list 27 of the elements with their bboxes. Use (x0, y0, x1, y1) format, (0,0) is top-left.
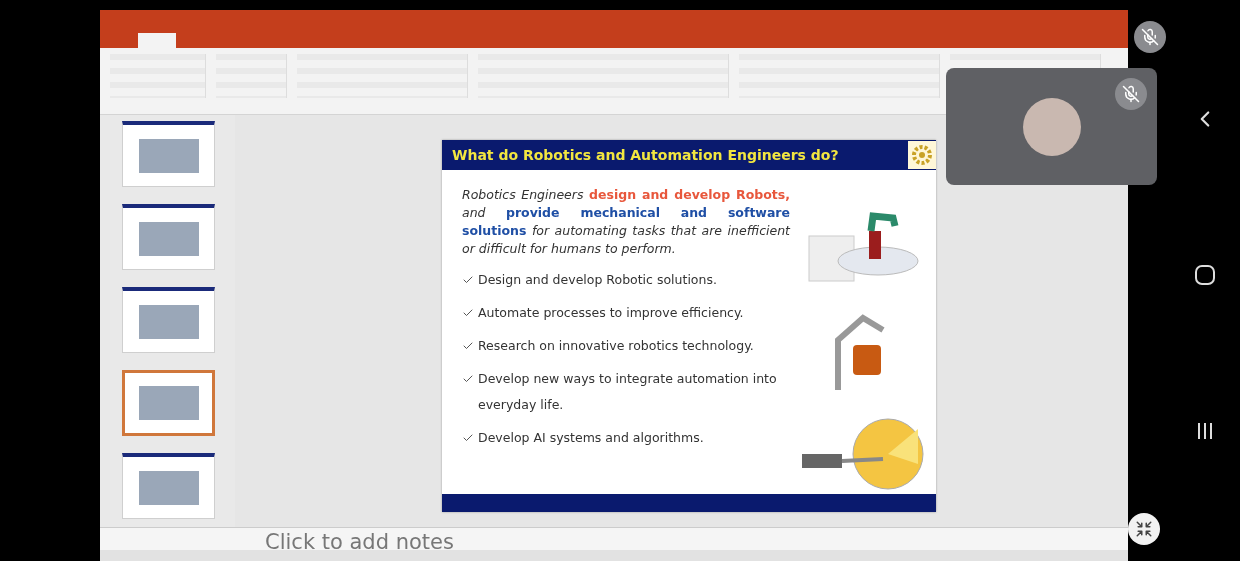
three-bars-icon (1195, 421, 1215, 441)
slide-title: What do Robotics and Automation Engineers do? (452, 147, 839, 163)
mic-off-icon (1141, 28, 1159, 46)
check-icon (462, 307, 474, 319)
shrink-icon (1135, 520, 1153, 538)
check-icon (462, 274, 474, 286)
bullet-text: Develop AI systems and algorithms. (478, 429, 704, 447)
slide-thumbnail[interactable] (122, 370, 215, 436)
check-icon (462, 432, 474, 444)
mic-off-icon (1122, 85, 1140, 103)
intro-paragraph: Robotics Engineers design and develop Robots, and provide mechanical and software solutions for automating tasks that are inefficient or difficult for humans to perform. (462, 186, 790, 258)
notes-placeholder: Click to add notes (265, 530, 454, 550)
bullet-text: Automate processes to improve efficiency. (478, 304, 744, 322)
slide-thumbnail[interactable] (122, 121, 215, 187)
check-icon (462, 340, 474, 352)
notes-pane[interactable]: Click to add notes (100, 527, 1128, 550)
collapse-button[interactable] (1128, 513, 1160, 545)
slide-thumbnail[interactable] (122, 287, 215, 353)
gear-logo-icon (908, 141, 936, 169)
rounded-square-icon (1194, 264, 1216, 286)
check-icon (462, 373, 474, 385)
mic-button[interactable] (1134, 21, 1166, 53)
slide-thumbnail[interactable] (122, 453, 215, 519)
bullet-text: Develop new ways to integrate automation into everyday life. (478, 370, 778, 414)
bullet-text: Research on innovative robotics technology. (478, 337, 754, 355)
bullet-text: Design and develop Robotic solutions. (478, 271, 717, 289)
slide-thumbnail[interactable] (122, 204, 215, 270)
